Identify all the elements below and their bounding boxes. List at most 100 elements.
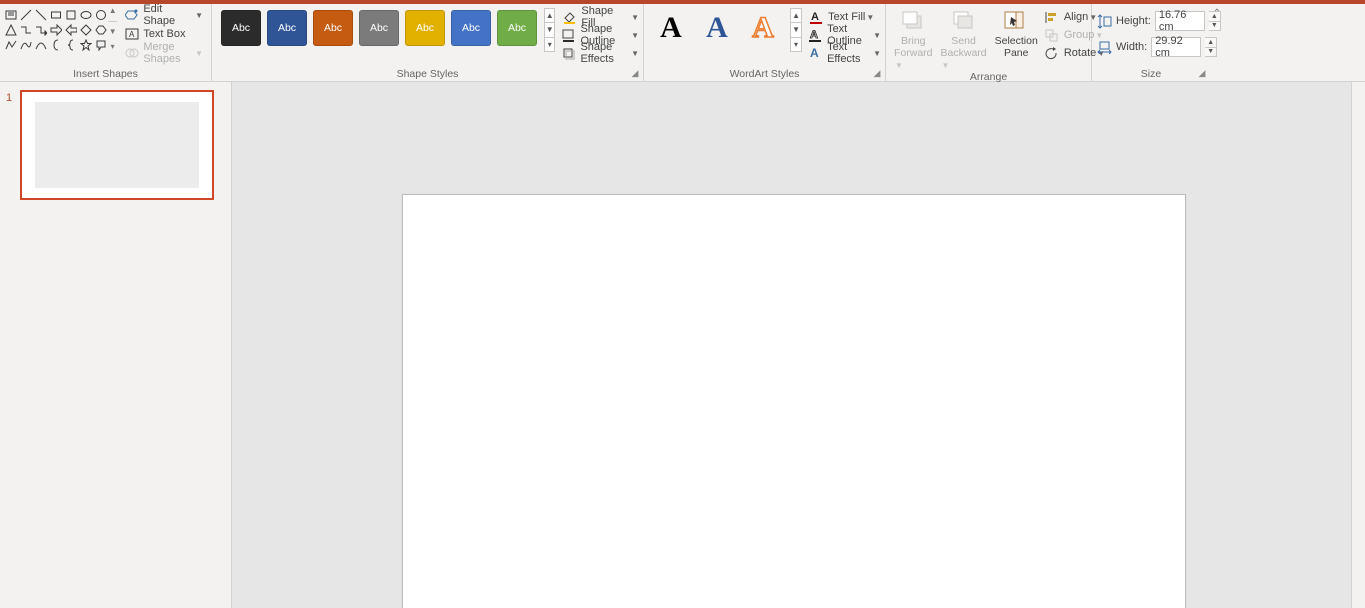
slide-thumbnail-content <box>35 102 199 188</box>
shape-triangle-icon[interactable] <box>4 23 18 37</box>
width-spinner[interactable]: ▲▼ <box>1205 37 1217 57</box>
shape-fill-icon <box>561 9 577 25</box>
send-backward-l2: Backward ▼ <box>941 47 987 71</box>
bring-forward-button: Bring Forward ▼ <box>890 6 937 71</box>
text-outline-icon: A <box>808 27 823 43</box>
slide-canvas-area[interactable] <box>232 82 1365 608</box>
shape-effects-label: Shape Effects <box>580 41 630 65</box>
selection-pane-icon <box>1002 8 1030 34</box>
shape-style-swatch-6[interactable]: Abc <box>451 10 491 46</box>
text-effects-button[interactable]: A Text Effects▼ <box>808 44 881 62</box>
align-label: Align <box>1064 11 1088 23</box>
shape-outline-icon <box>561 27 576 43</box>
group-insert-shapes: ▲▼▾ Edit Shape▼ A Text Box Merge Shapes▼… <box>0 4 212 81</box>
shape-freeform-icon[interactable] <box>4 38 18 52</box>
edit-shape-icon <box>125 8 139 22</box>
shape-arrow-right-icon[interactable] <box>49 23 63 37</box>
shapes-gallery-scroll[interactable]: ▲▼▾ <box>108 6 117 51</box>
slide-thumbnail-number: 1 <box>6 90 20 200</box>
shape-style-swatch-7[interactable]: Abc <box>497 10 537 46</box>
shape-diamond-icon[interactable] <box>79 23 93 37</box>
align-icon <box>1044 9 1060 25</box>
shape-style-swatch-1[interactable]: Abc <box>221 10 261 46</box>
shape-style-swatch-4[interactable]: Abc <box>359 10 399 46</box>
shape-style-swatch-3[interactable]: Abc <box>313 10 353 46</box>
ribbon: ▲▼▾ Edit Shape▼ A Text Box Merge Shapes▼… <box>0 4 1365 82</box>
text-fill-icon: A <box>808 9 824 25</box>
send-backward-button: Send Backward ▼ <box>937 6 991 71</box>
group-label-text: Group <box>1064 29 1095 41</box>
shape-circle-icon[interactable] <box>94 8 108 22</box>
wordart-swatch-3[interactable]: A <box>743 8 783 48</box>
merge-shapes-label: Merge Shapes <box>143 41 190 65</box>
text-effects-icon: A <box>808 45 823 61</box>
group-icon <box>1044 27 1060 43</box>
height-label: Height: <box>1116 15 1151 27</box>
vertical-scrollbar[interactable] <box>1351 82 1365 608</box>
selection-pane-l2: Pane <box>1004 47 1029 59</box>
shape-style-swatch-2[interactable]: Abc <box>267 10 307 46</box>
wordart-dialog-launcher[interactable]: ◢ <box>871 68 883 80</box>
group-size: Height: 16.76 cm ▲▼ Width: 29.92 cm ▲▼ S… <box>1092 4 1210 81</box>
shape-hexagon-icon[interactable] <box>94 23 108 37</box>
svg-text:A: A <box>811 11 819 23</box>
shape-effects-button[interactable]: Shape Effects▼ <box>561 44 639 62</box>
shape-style-scroll[interactable]: ▲▼▾ <box>544 8 555 52</box>
edit-shape-label: Edit Shape <box>143 3 190 27</box>
svg-text:A: A <box>810 29 818 41</box>
selection-pane-button[interactable]: Selection Pane <box>991 6 1042 59</box>
slide-thumbnail-pane[interactable]: 1 <box>0 82 232 608</box>
shape-bracket-icon[interactable] <box>49 38 63 52</box>
merge-shapes-icon <box>125 46 139 60</box>
wordart-swatch-1[interactable]: A <box>651 8 691 48</box>
bring-forward-l2: Forward ▼ <box>894 47 933 71</box>
shape-callout-icon[interactable] <box>94 38 108 52</box>
shape-line-icon[interactable] <box>19 8 33 22</box>
shape-elbow-arrow-icon[interactable] <box>34 23 48 37</box>
shape-style-gallery[interactable]: Abc Abc Abc Abc Abc Abc Abc <box>216 6 540 46</box>
shape-line2-icon[interactable] <box>34 8 48 22</box>
width-icon <box>1096 39 1112 55</box>
shape-arc-icon[interactable] <box>34 38 48 52</box>
height-icon <box>1096 13 1112 29</box>
rotate-icon <box>1044 45 1060 61</box>
svg-text:A: A <box>129 30 135 39</box>
wordart-gallery[interactable]: A A A <box>648 6 786 48</box>
size-dialog-launcher[interactable]: ◢ <box>1196 68 1208 80</box>
text-box-icon: A <box>125 27 139 41</box>
text-box-label: Text Box <box>143 28 185 40</box>
slide-thumbnail-1[interactable] <box>20 90 214 200</box>
shape-elbow-icon[interactable] <box>19 23 33 37</box>
wordart-scroll[interactable]: ▲▼▾ <box>790 8 802 52</box>
group-size-label: Size <box>1141 68 1161 80</box>
ribbon-collapse-button[interactable]: ⌃ <box>1210 4 1224 19</box>
shape-arrow-left-icon[interactable] <box>64 23 78 37</box>
width-input[interactable]: 29.92 cm <box>1151 37 1201 57</box>
wordart-swatch-2[interactable]: A <box>697 8 737 48</box>
shape-curve-icon[interactable] <box>19 38 33 52</box>
shape-textbox-icon[interactable] <box>4 8 18 22</box>
bring-forward-icon <box>899 8 927 34</box>
group-arrange: Bring Forward ▼ Send Backward ▼ Selectio… <box>886 4 1092 81</box>
svg-text:A: A <box>810 46 819 60</box>
text-fill-label: Text Fill <box>828 11 865 23</box>
group-wordart-styles: A A A ▲▼▾ A Text Fill▼ A Text Outline▼ A… <box>644 4 886 81</box>
shape-star-icon[interactable] <box>79 38 93 52</box>
edit-shape-button[interactable]: Edit Shape▼ <box>121 6 207 24</box>
selection-pane-l1: Selection <box>995 35 1038 47</box>
shape-brace-icon[interactable] <box>64 38 78 52</box>
send-backward-icon <box>950 8 978 34</box>
bring-forward-l1: Bring <box>901 35 926 47</box>
shapes-gallery[interactable] <box>4 6 108 52</box>
slide[interactable] <box>402 194 1186 608</box>
merge-shapes-button: Merge Shapes▼ <box>121 44 207 62</box>
workspace: 1 <box>0 82 1365 608</box>
shape-style-swatch-5[interactable]: Abc <box>405 10 445 46</box>
height-input[interactable]: 16.76 cm <box>1155 11 1205 31</box>
shape-oval-icon[interactable] <box>79 8 93 22</box>
group-shape-styles-label: Shape Styles <box>397 68 459 80</box>
shape-styles-dialog-launcher[interactable]: ◢ <box>629 68 641 80</box>
shape-rect-icon[interactable] <box>49 8 63 22</box>
send-backward-l1: Send <box>951 35 976 47</box>
shape-square-icon[interactable] <box>64 8 78 22</box>
